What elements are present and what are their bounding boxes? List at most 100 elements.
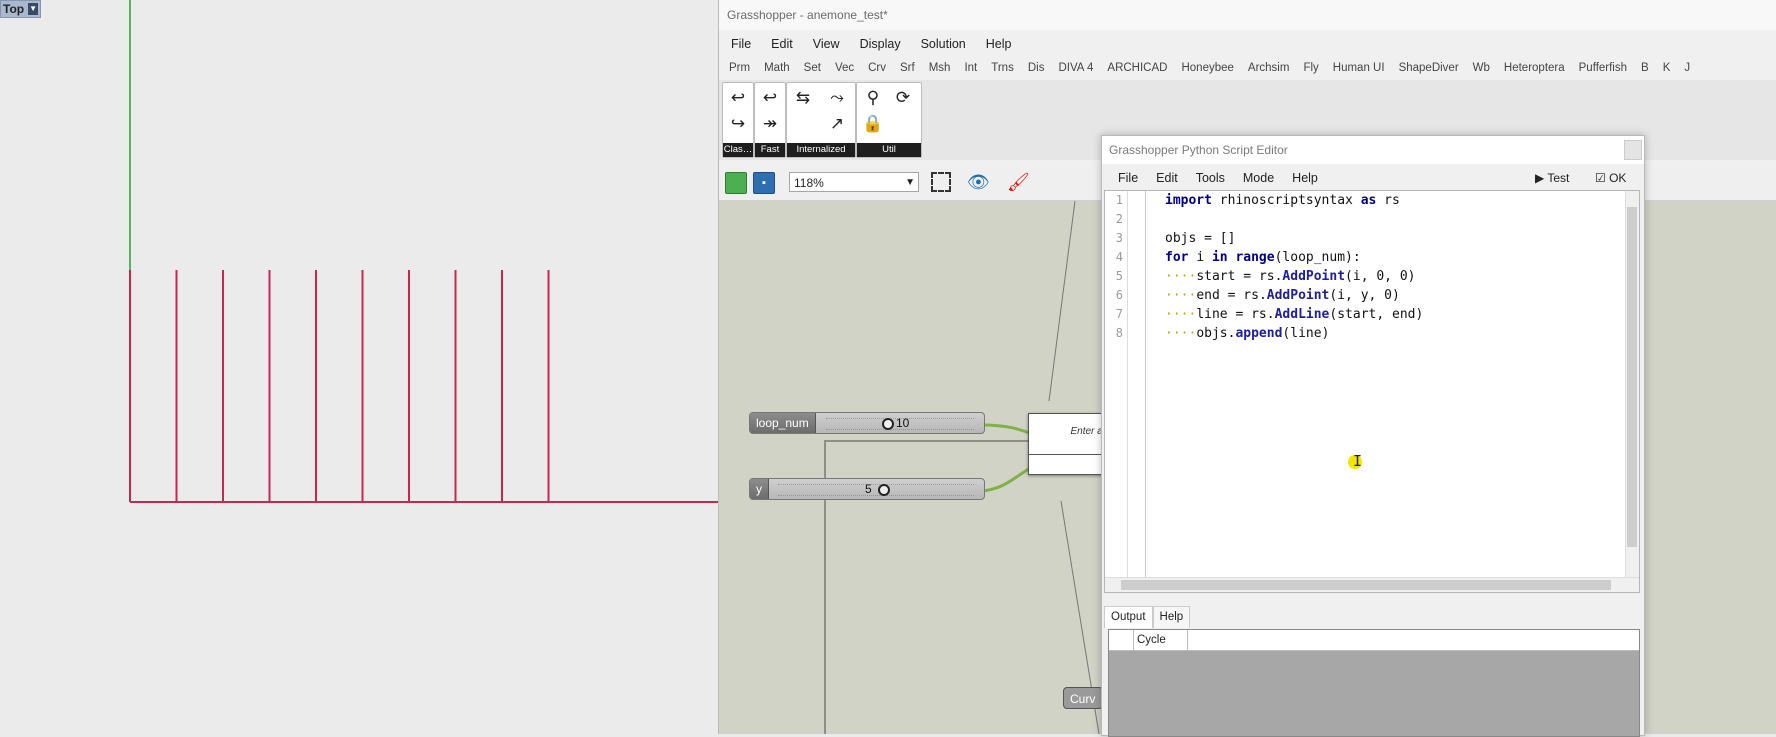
zoom-value: 118% [794, 176, 824, 190]
probe-icon[interactable]: ⚲ [861, 87, 885, 109]
vertical-scrollbar[interactable] [1625, 191, 1639, 579]
menu-view[interactable]: View [803, 34, 850, 54]
code-line[interactable]: ····objs.append(line) [1165, 324, 1423, 343]
chevron-down-icon: ▼ [905, 177, 915, 188]
ok-button[interactable]: ☑ OK [1595, 168, 1626, 188]
ribbon-group-util: ⚲ ⟳ 🔒 Util [856, 82, 922, 158]
code-line[interactable]: ····end = rs.AddPoint(i, y, 0) [1165, 286, 1423, 305]
internalized-end-icon[interactable]: ↗ [825, 113, 849, 135]
tab-archicad[interactable]: ARCHICAD [1100, 58, 1174, 78]
slider-grip[interactable] [882, 418, 894, 430]
tab-srf[interactable]: Srf [893, 58, 922, 78]
zoom-extents-icon[interactable] [931, 172, 951, 192]
menu-edit[interactable]: Edit [761, 34, 803, 54]
check-icon: ☑ [1595, 171, 1610, 185]
ribbon-group-fast: ↩ ↠ Fast [754, 82, 786, 158]
counter-icon[interactable]: ⟳ [891, 87, 915, 109]
tab-crv[interactable]: Crv [861, 58, 893, 78]
loop-end-icon[interactable]: ↪ [726, 113, 750, 135]
code-line[interactable] [1165, 210, 1423, 229]
close-button[interactable] [1624, 140, 1642, 160]
ribbon-group-label: Util [857, 143, 921, 157]
tab-diva4[interactable]: DIVA 4 [1051, 58, 1100, 78]
tab-vec[interactable]: Vec [828, 58, 861, 78]
fast-loop-start-icon[interactable]: ↩ [758, 87, 782, 109]
slider-name: loop_num [750, 413, 816, 433]
fast-loop-end-icon[interactable]: ↠ [758, 113, 782, 135]
editor-menu-mode[interactable]: Mode [1234, 168, 1283, 188]
scroll-thumb[interactable] [1121, 580, 1611, 590]
editor-menu-file[interactable]: File [1102, 168, 1147, 188]
loop-start-icon[interactable]: ↩ [726, 87, 750, 109]
menu-file[interactable]: File [719, 34, 761, 54]
python-editor-window: Grasshopper Python Script Editor File Ed… [1101, 135, 1645, 737]
slider-name: y [750, 479, 769, 499]
menu-solution[interactable]: Solution [911, 34, 976, 54]
ibeam-cursor-icon: I [1353, 452, 1363, 470]
tab-j[interactable]: J [1677, 58, 1697, 78]
tab-msh[interactable]: Msh [922, 58, 958, 78]
menu-display[interactable]: Display [850, 34, 911, 54]
test-label: Test [1547, 171, 1570, 185]
line-geometry [129, 270, 550, 502]
code-line[interactable]: ····line = rs.AddLine(start, end) [1165, 305, 1423, 324]
open-file-icon[interactable] [725, 172, 747, 194]
scroll-thumb[interactable] [1627, 207, 1637, 547]
tab-human-ui[interactable]: Human UI [1326, 58, 1392, 78]
editor-menu-help[interactable]: Help [1283, 168, 1327, 188]
test-button[interactable]: ▶ Test [1535, 168, 1569, 188]
tab-pufferfish[interactable]: Pufferfish [1572, 58, 1634, 78]
internalized-start-icon[interactable]: ⇆ [791, 87, 815, 109]
code-editor[interactable]: 1 2 3 4 5 6 7 8 import rhinoscriptsyntax… [1104, 190, 1640, 593]
menu-help[interactable]: Help [976, 34, 1022, 54]
editor-menu-edit[interactable]: Edit [1147, 168, 1187, 188]
editor-menu-tools[interactable]: Tools [1187, 168, 1234, 188]
ribbon-group-classic: ↩ ↪ Clas… [722, 82, 754, 158]
code-line[interactable]: ····start = rs.AddPoint(i, 0, 0) [1165, 267, 1423, 286]
play-icon: ▶ [1535, 171, 1548, 185]
window-title: Grasshopper - anemone_test* [719, 0, 1776, 30]
column-header-cycle: Cycle [1133, 630, 1188, 650]
sketch-brush-icon[interactable]: 🖌 [1007, 172, 1030, 192]
tab-b[interactable]: B [1634, 58, 1656, 78]
lock-icon[interactable]: 🔒 [861, 113, 885, 135]
line-number-gutter: 1 2 3 4 5 6 7 8 [1105, 191, 1128, 592]
output-grid: Cycle [1108, 629, 1640, 737]
line-number: 6 [1115, 288, 1123, 302]
code-line[interactable]: import rhinoscriptsyntax as rs [1165, 191, 1423, 210]
output-header: Cycle [1109, 630, 1639, 651]
internalized-wire-icon[interactable]: ⤳ [825, 87, 849, 109]
tab-help[interactable]: Help [1152, 606, 1191, 628]
editor-title: Grasshopper Python Script Editor [1102, 136, 1644, 164]
slider-grip[interactable] [878, 484, 890, 496]
ribbon-group-label: Fast [755, 143, 785, 157]
tab-heteroptera[interactable]: Heteroptera [1497, 58, 1572, 78]
tab-set[interactable]: Set [797, 58, 828, 78]
code-line[interactable]: objs = [] [1165, 229, 1423, 248]
slider-y[interactable]: y 5 [749, 478, 985, 500]
rhino-viewport[interactable]: Top ▼ [0, 0, 718, 734]
tab-archsim[interactable]: Archsim [1241, 58, 1297, 78]
tab-shapediver[interactable]: ShapeDiver [1392, 58, 1466, 78]
zoom-select[interactable]: 118% ▼ [789, 172, 919, 192]
ribbon-group-internalized: ⇆ ⤳ ↗ Internalized [786, 82, 856, 158]
tab-prm[interactable]: Prm [719, 58, 757, 78]
save-icon[interactable]: ▪ [753, 172, 775, 194]
curve-component[interactable]: Curv [1063, 687, 1103, 709]
horizontal-scrollbar[interactable] [1105, 577, 1639, 592]
preview-eye-icon[interactable]: 👁 [967, 172, 993, 192]
tab-int[interactable]: Int [957, 58, 984, 78]
ribbon-group-label: Clas… [723, 143, 753, 157]
tab-math[interactable]: Math [757, 58, 797, 78]
tab-wb[interactable]: Wb [1466, 58, 1497, 78]
tab-k[interactable]: K [1656, 58, 1678, 78]
code-lines[interactable]: import rhinoscriptsyntax as rs objs = []… [1165, 191, 1423, 343]
tab-honeybee[interactable]: Honeybee [1174, 58, 1240, 78]
code-line[interactable]: for i in range(loop_num): [1165, 248, 1423, 267]
tab-fly[interactable]: Fly [1296, 58, 1325, 78]
line-number: 8 [1115, 326, 1123, 340]
tab-dis[interactable]: Dis [1021, 58, 1052, 78]
slider-loop-num[interactable]: loop_num 10 [749, 412, 985, 434]
tab-output[interactable]: Output [1104, 606, 1153, 628]
tab-trns[interactable]: Trns [984, 58, 1021, 78]
